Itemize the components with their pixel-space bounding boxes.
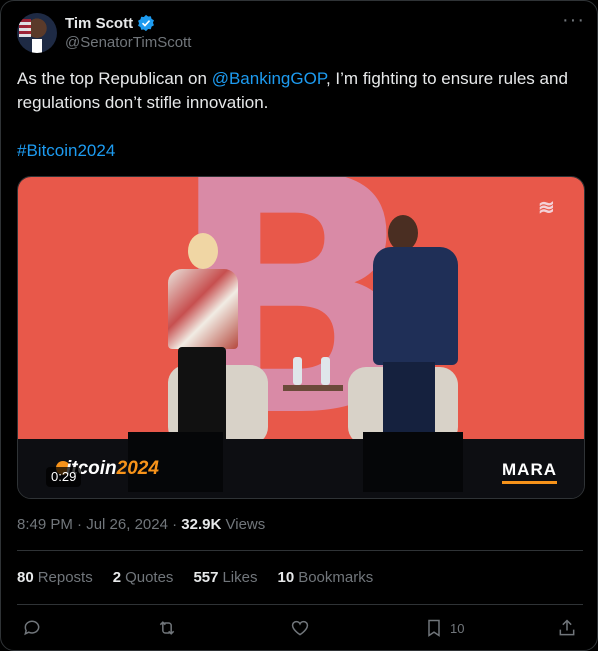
quotes-stat[interactable]: 2 Quotes	[113, 569, 174, 586]
divider	[17, 604, 583, 605]
likes-count: 557	[193, 569, 219, 586]
reply-button[interactable]	[22, 617, 42, 639]
side-table	[283, 385, 343, 391]
likes-label: Likes	[222, 569, 258, 586]
quotes-label: Quotes	[125, 569, 174, 586]
tweet-card: Tim Scott @SenatorTimScott ··· As the to…	[0, 0, 598, 651]
avatar[interactable]	[17, 13, 57, 53]
heart-icon	[291, 620, 309, 636]
reposts-count: 80	[17, 569, 34, 586]
speaker-man-head	[388, 215, 418, 251]
water-bottle	[293, 357, 302, 385]
speaker-man-body	[373, 247, 458, 365]
tweet-text-part: As the top Republican on	[17, 69, 212, 88]
views-label: Views	[225, 516, 266, 533]
quotes-count: 2	[112, 569, 122, 586]
tweet-time[interactable]: 8:49 PM	[17, 516, 73, 533]
author-name-row: Tim Scott	[65, 14, 155, 32]
tweet-text: As the top Republican on @BankingGOP, I’…	[17, 67, 583, 115]
author-name[interactable]: Tim Scott	[65, 15, 133, 32]
video-player[interactable]: B ≋ itcoin2024 MARA 0:29	[17, 176, 585, 499]
likes-stat[interactable]: 557 Likes	[193, 569, 257, 586]
stage-speaker-right	[363, 432, 463, 492]
action-bar: 10	[1, 613, 597, 645]
mention-link[interactable]: @BankingGOP	[212, 69, 326, 88]
separator-dot: ·	[172, 516, 182, 533]
watermark-logo-icon: ≋	[538, 197, 555, 219]
speaker-woman-head	[188, 233, 218, 269]
engagement-stats: 80 Reposts 2 Quotes 557 Likes 10 Bookmarks	[17, 569, 373, 586]
bookmarks-count: 10	[277, 569, 295, 586]
bookmark-button[interactable]: 10	[424, 617, 464, 639]
flag-image	[19, 19, 31, 37]
event-brand-year: 2024	[116, 458, 159, 479]
tweet-date[interactable]: Jul 26, 2024	[86, 516, 168, 533]
reply-icon	[24, 620, 40, 636]
water-bottle	[321, 357, 330, 385]
repost-button[interactable]	[157, 617, 177, 639]
like-button[interactable]	[290, 617, 310, 639]
bookmark-icon	[428, 619, 440, 637]
sponsor-brand: MARA	[502, 460, 557, 484]
author-handle[interactable]: @SenatorTimScott	[65, 34, 191, 51]
hashtag-line: #Bitcoin2024	[17, 139, 115, 163]
divider	[17, 550, 583, 551]
share-icon	[559, 619, 575, 636]
shirt-shape	[32, 39, 42, 53]
video-duration: 0:29	[46, 467, 82, 487]
bookmark-count: 10	[450, 620, 465, 636]
speaker-woman-body	[168, 269, 238, 349]
reposts-label: Reposts	[37, 569, 93, 586]
bookmarks-stat[interactable]: 10 Bookmarks	[278, 569, 374, 586]
share-button[interactable]	[557, 617, 577, 639]
separator-dot: ·	[77, 516, 87, 533]
more-options-icon[interactable]: ···	[562, 10, 584, 35]
bookmarks-label: Bookmarks	[298, 569, 374, 586]
repost-icon	[159, 621, 175, 635]
reposts-stat[interactable]: 80 Reposts	[17, 569, 93, 586]
tweet-meta: 8:49 PM · Jul 26, 2024 · 32.9K Views	[17, 516, 265, 533]
views-count: 32.9K	[181, 516, 222, 533]
hashtag-link[interactable]: #Bitcoin2024	[17, 141, 115, 160]
verified-badge-icon	[138, 14, 155, 32]
